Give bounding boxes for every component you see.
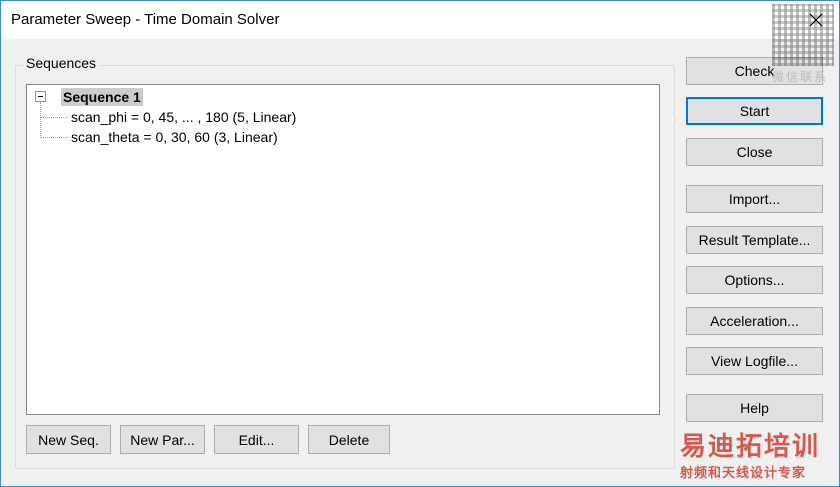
collapse-toggle-icon[interactable] <box>35 91 46 102</box>
tree-node-scan-phi[interactable]: scan_phi = 0, 45, ... , 180 (5, Linear) <box>71 108 296 126</box>
help-button[interactable]: Help <box>686 394 823 422</box>
sequences-group-label: Sequences <box>23 55 100 71</box>
view-logfile-button[interactable]: View Logfile... <box>686 347 823 375</box>
brand-watermark: 易迪拓培训 <box>680 431 821 461</box>
brand-tagline-watermark: 射频和天线设计专家 <box>680 465 807 480</box>
tree-connector <box>40 102 41 138</box>
sequence-tree[interactable]: Sequence 1 scan_phi = 0, 45, ... , 180 (… <box>26 84 660 415</box>
tree-node-scan-theta[interactable]: scan_theta = 0, 30, 60 (3, Linear) <box>71 128 278 146</box>
qr-code-watermark <box>772 4 834 66</box>
new-par-button[interactable]: New Par... <box>120 425 205 454</box>
tree-node-sequence-1[interactable]: Sequence 1 <box>61 88 143 106</box>
qr-watermark-label: 微信联系 <box>772 70 829 84</box>
import-button[interactable]: Import... <box>686 185 823 213</box>
tree-connector <box>40 137 68 138</box>
result-template-button[interactable]: Result Template... <box>686 226 823 254</box>
delete-button[interactable]: Delete <box>308 425 390 454</box>
title-bar: Parameter Sweep - Time Domain Solver <box>1 1 839 39</box>
parameter-sweep-dialog: Parameter Sweep - Time Domain Solver Seq… <box>0 0 840 487</box>
new-seq-button[interactable]: New Seq. <box>26 425 111 454</box>
close-button[interactable]: Close <box>686 138 823 166</box>
window-title: Parameter Sweep - Time Domain Solver <box>11 11 280 28</box>
edit-button[interactable]: Edit... <box>214 425 299 454</box>
acceleration-button[interactable]: Acceleration... <box>686 307 823 335</box>
options-button[interactable]: Options... <box>686 266 823 294</box>
tree-connector <box>40 117 68 118</box>
start-button[interactable]: Start <box>686 97 823 125</box>
